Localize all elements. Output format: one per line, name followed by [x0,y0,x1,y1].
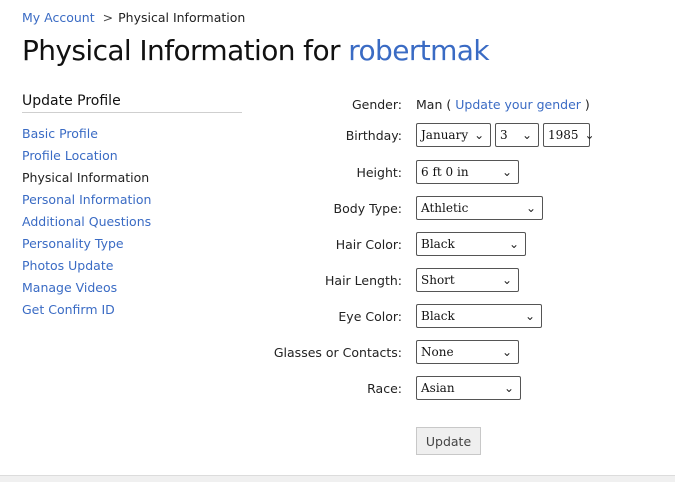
chevron-down-icon: ⌄ [525,201,536,215]
height-value: 6 ft 0 in [421,165,469,179]
height-select[interactable]: 6 ft 0 in ⌄ [416,160,519,184]
breadcrumb-my-account-link[interactable]: My Account [22,10,95,25]
chevron-down-icon: ⌄ [508,237,519,251]
breadcrumb-current: Physical Information [118,10,246,25]
glasses-row: Glasses or Contacts: None ⌄ [0,340,675,364]
eye-color-label: Eye Color: [338,308,402,324]
chevron-down-icon: ⌄ [501,345,512,359]
chevron-down-icon: ⌄ [501,165,512,179]
hair-color-value: Black [421,237,455,251]
page-title-prefix: Physical Information for [22,34,340,67]
page-title: Physical Information for robertmak [22,34,490,67]
chevron-down-icon: ⌄ [474,128,485,142]
race-value: Asian [421,381,455,395]
height-label: Height: [356,164,402,180]
body-type-row: Body Type: Athletic ⌄ [0,196,675,220]
gender-close-paren: ) [584,96,590,112]
birthday-year-value: 1985 [548,128,579,142]
body-type-label: Body Type: [333,200,402,216]
breadcrumb-separator: > [102,10,114,25]
eye-color-select[interactable]: Black ⌄ [416,304,542,328]
chevron-down-icon: ⌄ [503,381,514,395]
birthday-label: Birthday: [345,127,402,143]
chevron-down-icon: ⌄ [501,273,512,287]
body-type-value: Athletic [421,201,469,215]
chevron-down-icon: ⌄ [584,128,595,142]
eye-color-row: Eye Color: Black ⌄ [0,304,675,328]
breadcrumb: My Account > Physical Information [22,10,245,25]
chevron-down-icon: ⌄ [521,128,532,142]
hair-length-label: Hair Length: [325,272,402,288]
update-button[interactable]: Update [416,427,481,455]
gender-open-paren: ( [446,96,452,112]
update-gender-link[interactable]: Update your gender [455,97,581,112]
glasses-select[interactable]: None ⌄ [416,340,519,364]
race-label: Race: [367,380,402,396]
gender-value: Man [416,96,443,112]
birthday-month-value: January [421,128,469,142]
birthday-day-select[interactable]: 3 ⌄ [495,123,539,147]
birthday-row: Birthday: January ⌄ 3 ⌄ 1985 ⌄ [0,123,675,147]
body-type-select[interactable]: Athletic ⌄ [416,196,543,220]
gender-value-group: Man ( Update your gender ) [416,97,590,112]
gender-label: Gender: [351,96,402,112]
glasses-value: None [421,345,454,359]
hair-length-select[interactable]: Short ⌄ [416,268,519,292]
hair-color-row: Hair Color: Black ⌄ [0,232,675,256]
race-row: Race: Asian ⌄ [0,376,675,400]
hair-length-value: Short [421,273,455,287]
birthday-month-select[interactable]: January ⌄ [416,123,491,147]
chevron-down-icon: ⌄ [524,309,535,323]
eye-color-value: Black [421,309,455,323]
hair-length-row: Hair Length: Short ⌄ [0,268,675,292]
hair-color-label: Hair Color: [335,236,402,252]
height-row: Height: 6 ft 0 in ⌄ [0,160,675,184]
hair-color-select[interactable]: Black ⌄ [416,232,526,256]
page-title-username: robertmak [348,34,489,67]
glasses-label: Glasses or Contacts: [273,344,402,360]
birthday-day-value: 3 [500,128,508,142]
birthday-selects: January ⌄ 3 ⌄ 1985 ⌄ [416,123,595,147]
gender-row: Gender: Man ( Update your gender ) [0,95,675,113]
race-select[interactable]: Asian ⌄ [416,376,521,400]
birthday-year-select[interactable]: 1985 ⌄ [543,123,595,147]
